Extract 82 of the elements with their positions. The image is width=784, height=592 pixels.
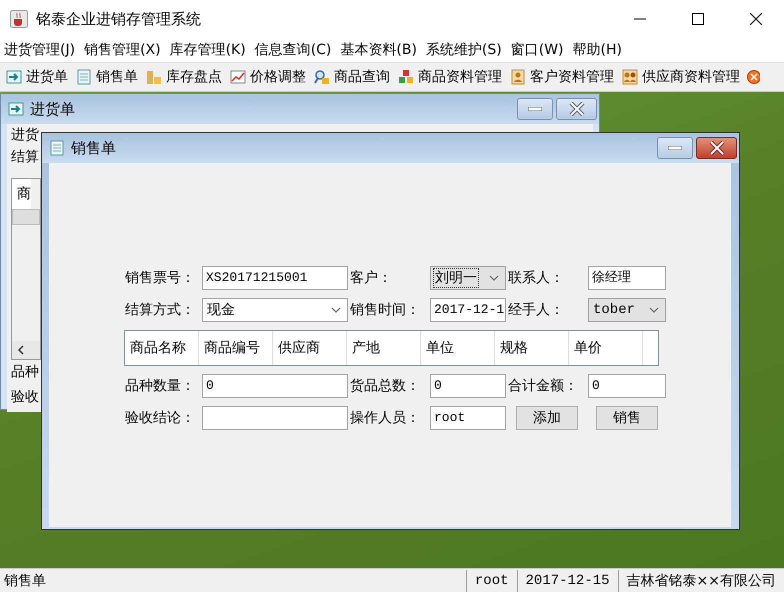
form-label: 进货: [11, 126, 39, 144]
column-header[interactable]: 单位: [421, 331, 495, 365]
form-label: 品种: [11, 363, 39, 382]
input-field[interactable]: [202, 406, 348, 430]
menu-item[interactable]: 信息查询(C): [254, 41, 332, 59]
document-icon: [76, 69, 92, 85]
menu-item[interactable]: 进货管理(J): [4, 41, 76, 59]
input-field[interactable]: 2017-12-1: [430, 298, 506, 322]
menu-item[interactable]: 帮助(H): [572, 41, 622, 59]
minimize-button[interactable]: [517, 98, 553, 120]
minimize-icon: [528, 107, 542, 111]
boxes-icon: [146, 69, 162, 85]
input-field[interactable]: 徐经理: [588, 266, 666, 290]
form-label: 联系人：: [508, 269, 565, 288]
chevron-down-icon: [649, 307, 659, 313]
close-button[interactable]: [696, 137, 737, 159]
dropdown[interactable]: 刘明一: [430, 266, 506, 290]
coffee-cup-icon: [10, 10, 28, 28]
status-user: root: [466, 570, 517, 592]
menu-item[interactable]: 基本资料(B): [340, 41, 417, 59]
toolbar-button[interactable]: 库存盘点: [144, 68, 224, 86]
form-label: 销售票号：: [125, 269, 196, 288]
toolbar-button[interactable]: 价格调整: [228, 68, 308, 86]
input-field[interactable]: 0: [588, 374, 666, 398]
close-icon[interactable]: [750, 13, 762, 25]
toolbar-button[interactable]: 商品资料管理: [396, 68, 504, 86]
column-header[interactable]: 单价: [569, 331, 643, 365]
form-label: 操作人员：: [350, 409, 421, 428]
column-header: 商: [12, 179, 31, 209]
input-field[interactable]: 0: [202, 374, 348, 398]
toolbar-button[interactable]: 商品查询: [312, 68, 392, 86]
column-header[interactable]: 供应商: [273, 331, 347, 365]
close-icon: [568, 102, 584, 116]
form-label: 品种数量：: [125, 377, 196, 396]
action-button[interactable]: 添加: [516, 406, 578, 430]
form-label: 客户：: [350, 269, 393, 288]
column-header[interactable]: 商品名称: [125, 331, 199, 365]
column-header[interactable]: 规格: [495, 331, 569, 365]
column-header[interactable]: 产地: [347, 331, 421, 365]
person-icon: [510, 69, 526, 85]
chevron-down-icon: [331, 307, 341, 313]
minimize-button[interactable]: [657, 137, 693, 159]
window-title: 铭泰企业进销存管理系统: [36, 10, 201, 28]
action-button[interactable]: 销售: [596, 406, 658, 430]
magnifier-icon: [314, 69, 330, 85]
form-label: 合计金额：: [508, 377, 579, 396]
toolbar-button[interactable]: 客户资料管理: [508, 68, 616, 86]
menu-item[interactable]: 系统维护(S): [426, 41, 502, 59]
close-button[interactable]: [556, 98, 597, 120]
dropdown[interactable]: 现金: [202, 298, 348, 322]
toolbar-button[interactable]: 销售单: [74, 68, 140, 86]
close-icon: [708, 141, 724, 155]
form-label: 货品总数：: [350, 377, 421, 396]
dropdown[interactable]: tober: [588, 298, 666, 322]
maximize-icon[interactable]: [692, 13, 704, 25]
minimize-icon: [668, 146, 682, 150]
people-icon: [622, 69, 638, 85]
form-label: 验收结论：: [125, 409, 196, 428]
input-field[interactable]: XS20171215001: [202, 266, 348, 290]
input-field[interactable]: root: [430, 406, 506, 430]
menu-item[interactable]: 销售管理(X): [84, 41, 161, 59]
column-header[interactable]: 商品编号: [199, 331, 273, 365]
form-label: 验收: [11, 388, 39, 407]
form-label: 销售时间：: [350, 301, 421, 320]
document-icon: [49, 140, 65, 156]
input-field[interactable]: 0: [430, 374, 506, 398]
window-title: 进货单: [30, 100, 75, 118]
window-title: 销售单: [71, 138, 116, 158]
form-label: 结算方式：: [125, 301, 196, 320]
status-date: 2017-12-15: [516, 570, 618, 592]
form-label: 结算: [11, 148, 39, 166]
chevron-down-icon: [489, 275, 499, 281]
chart-icon: [230, 69, 246, 85]
menu-item[interactable]: 库存管理(K): [170, 41, 246, 59]
status-message: 销售单: [3, 572, 47, 590]
menu-item[interactable]: 窗口(W): [510, 41, 564, 59]
toolbar-button[interactable]: 进货单: [4, 68, 70, 86]
cubes-icon: [398, 69, 414, 85]
toolbar-button[interactable]: 供应商资料管理: [620, 68, 742, 86]
horizontal-scrollbar[interactable]: [12, 341, 40, 359]
status-company: 吉林省铭泰××有限公司: [618, 570, 784, 592]
form-label: 经手人：: [508, 301, 565, 320]
